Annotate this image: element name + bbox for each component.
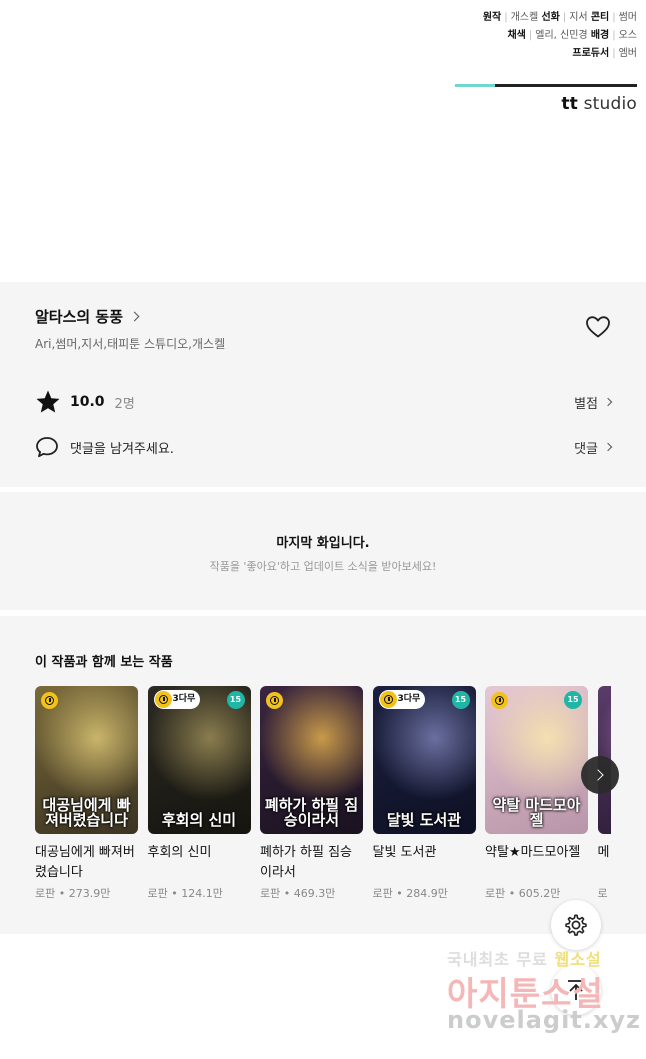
studio-logo-name: studio — [583, 94, 637, 114]
notice-title: 마지막 화입니다. — [276, 536, 370, 551]
age-rating-badge: 15 — [451, 691, 470, 709]
recommendation-card[interactable]: 약탈 마드모아젤 15 약탈★마드모아젤로판 • 605.2만 — [485, 686, 588, 901]
credit-name: 개스켈 — [510, 12, 539, 23]
credit-role: 원작 — [482, 12, 502, 23]
age-rating-badge: 15 — [564, 691, 582, 709]
recommendation-card[interactable]: 달빛 도서관 3다무 15 달빛 도서관로판 • 284.9만 — [372, 686, 476, 901]
gear-icon — [565, 914, 587, 936]
credit-role: 프로듀서 — [572, 48, 610, 59]
clock-icon — [491, 692, 508, 709]
chevron-right-icon — [603, 442, 613, 452]
rating-count: 2명 — [114, 396, 135, 412]
card-meta: 로판 • 469.3만 — [260, 887, 336, 900]
wait-free-badge-label: 3다무 — [397, 694, 421, 704]
wait-free-badge: 3다무 — [378, 690, 426, 709]
credit-name: 썸머 — [618, 12, 637, 23]
recommendation-card[interactable]: 폐하가 하필 짐승이라서 폐하가 하필 짐승이라서 로판 • 469.3만 — [260, 686, 363, 901]
credit-name: 지서 — [569, 12, 588, 23]
card-title[interactable]: 달빛 도서관 — [373, 843, 476, 883]
rate-button[interactable]: 별점 — [574, 393, 613, 412]
clock-icon — [41, 692, 58, 709]
carousel-next-button[interactable] — [581, 756, 619, 794]
work-authors: Ari,썸머,지서,태피툰 스튜디오,개스켈 — [35, 337, 226, 351]
cover-image[interactable]: 약탈 마드모아젤 15 — [485, 686, 588, 834]
card-title[interactable]: 대공님에게 빠져버렸습니다 — [35, 843, 138, 883]
comments-link[interactable]: 댓글 — [574, 438, 613, 457]
settings-button[interactable] — [551, 900, 601, 950]
credit-name: 엠버 — [618, 48, 637, 59]
credits-block: 원작 | 개스켈 선화 | 지서 콘티 | 썸머 채색 | 엘리, 신민경 배경 | 오스 프로듀서… — [483, 9, 637, 63]
work-info-panel: 알타스의 동풍 Ari,썸머,지서,태피툰 스튜디오,개스켈 10.0 2명 별… — [0, 282, 646, 487]
rating-row: 10.0 2명 별점 — [35, 390, 613, 414]
heart-icon[interactable] — [585, 315, 611, 339]
studio-logo: tt studio — [561, 94, 637, 114]
credit-name: 오스 — [618, 30, 637, 41]
card-meta: 로판 • 273.9만 — [35, 887, 111, 900]
star-icon — [36, 390, 60, 413]
card-title[interactable]: 후회의 신미 — [148, 843, 251, 883]
speech-bubble-icon — [36, 437, 58, 458]
cover-title: 달빛 도서관 — [386, 811, 462, 829]
studio-logo-prefix: tt — [561, 94, 578, 114]
credits-row-3: 프로듀서 | 엠버 — [572, 48, 637, 59]
cover-title: 약탈 마드모아젤 — [492, 796, 581, 829]
credit-role: 콘티 — [590, 12, 610, 23]
wait-free-badge: 3다무 — [153, 690, 201, 709]
credits-divider-accent — [455, 84, 495, 87]
cover-image[interactable]: 후회의 신미 3다무 15 — [147, 686, 251, 834]
credit-role: 배경 — [590, 30, 610, 41]
cover-title: 대공님에게 빠져버렸습니다 — [42, 796, 131, 829]
recommendations-section: 이 작품과 함께 보는 작품 대공님에게 빠져버렸습니다 대공님에게 빠져버렸습니… — [0, 616, 646, 934]
clock-icon — [379, 691, 397, 708]
recommendation-card[interactable]: 후회의 신미 3다무 15 후회의 신미로판 • 124.1만 — [147, 686, 251, 901]
card-title[interactable]: 메 — [598, 843, 612, 883]
credits-row-2: 채색 | 엘리, 신민경 배경 | 오스 — [507, 30, 637, 41]
credit-role: 채색 — [507, 30, 526, 41]
cover-title: 후회의 신미 — [161, 811, 237, 829]
cover-title: 폐하가 하필 짐승이라서 — [264, 796, 359, 829]
card-meta: 로판 • 284.9만 — [372, 887, 448, 900]
rating-score: 10.0 — [70, 394, 105, 410]
card-meta: 로판 • 124.1만 — [147, 887, 223, 900]
age-rating-badge: 15 — [226, 691, 245, 709]
credits-row-1: 원작 | 개스켈 선화 | 지서 콘티 | 썸머 — [482, 12, 637, 23]
clock-icon — [266, 692, 283, 709]
clock-icon — [154, 691, 172, 708]
recommendation-card[interactable]: 대공님에게 빠져버렸습니다 대공님에게 빠져버렸습니다 로판 • 273.9만 — [35, 686, 138, 901]
card-meta: 로 — [597, 887, 608, 900]
recommendations-carousel[interactable]: 대공님에게 빠져버렸습니다 대공님에게 빠져버렸습니다 로판 • 273.9만 후회의… — [35, 686, 611, 916]
cover-image[interactable]: 달빛 도서관 3다무 15 — [372, 686, 476, 834]
card-title[interactable]: 약탈★마드모아젤 — [485, 843, 588, 883]
card-title[interactable]: 폐하가 하필 짐승이라서 — [260, 843, 363, 883]
cover-image[interactable]: 폐하가 하필 짐승이라서 — [260, 686, 363, 834]
rate-button-label: 별점 — [574, 396, 598, 412]
watermark-line-3: novelagit.xyz — [447, 1006, 642, 1034]
comment-row[interactable]: 댓글을 남겨주세요. 댓글 — [35, 435, 613, 459]
recommendations-heading: 이 작품과 함께 보는 작품 — [35, 655, 173, 670]
credit-name: 엘리, 신민경 — [535, 30, 588, 41]
cover-image[interactable]: 대공님에게 빠져버렸습니다 — [35, 686, 138, 834]
chevron-right-icon — [592, 769, 604, 781]
last-episode-notice: 마지막 화입니다. 작품을 '좋아요'하고 업데이트 소식을 받아보세요! — [0, 492, 646, 610]
work-title: 알타스의 동풍 — [35, 308, 124, 326]
credit-role: 선화 — [541, 12, 560, 23]
credits-divider — [455, 84, 637, 87]
card-meta: 로판 • 605.2만 — [485, 887, 561, 900]
work-title-link[interactable]: 알타스의 동풍 — [35, 306, 140, 327]
wait-free-badge-label: 3다무 — [172, 694, 196, 704]
comment-placeholder: 댓글을 남겨주세요. — [70, 441, 174, 457]
chevron-right-icon — [603, 397, 613, 407]
comments-link-label: 댓글 — [574, 441, 598, 457]
notice-subtitle: 작품을 '좋아요'하고 업데이트 소식을 받아보세요! — [209, 560, 437, 573]
chevron-right-icon — [129, 311, 140, 322]
